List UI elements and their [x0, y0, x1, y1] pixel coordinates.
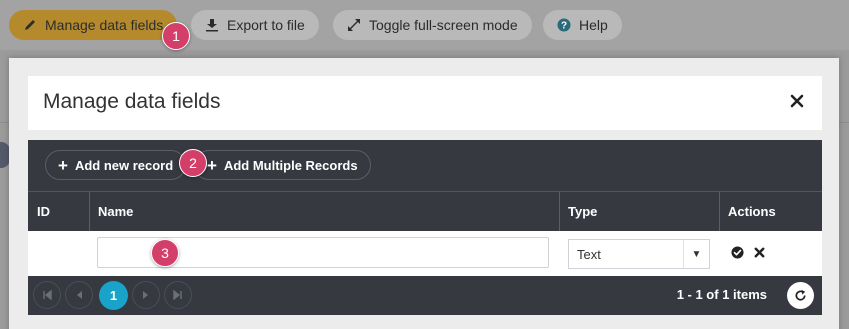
toggle-fullscreen-button[interactable]: Toggle full-screen mode	[333, 10, 532, 40]
dialog-title: Manage data fields	[43, 90, 221, 113]
manage-data-fields-button[interactable]: Manage data fields	[9, 10, 178, 40]
next-page-icon	[143, 291, 148, 299]
previous-page-icon	[77, 291, 82, 299]
column-header-type[interactable]: Type	[559, 192, 719, 231]
manage-data-fields-dialog: Manage data fields + Add new record + Ad…	[9, 58, 839, 329]
last-page-icon	[173, 290, 182, 300]
cancel-icon[interactable]	[753, 246, 766, 259]
type-select-value: Text	[577, 246, 601, 262]
expand-icon	[348, 19, 360, 31]
help-label: Help	[579, 17, 608, 33]
question-circle-icon: ?	[557, 18, 571, 32]
last-page-button[interactable]	[164, 281, 192, 309]
annotation-badge-3: 3	[151, 239, 179, 267]
next-page-button[interactable]	[132, 281, 160, 309]
dialog-header: Manage data fields	[28, 76, 822, 130]
grid-pager: 1 1 - 1 of 1 items	[28, 276, 822, 315]
add-new-record-label: Add new record	[74, 157, 174, 173]
add-new-record-button[interactable]: + Add new record	[45, 150, 187, 180]
help-button[interactable]: ? Help	[543, 10, 622, 40]
add-multiple-records-button[interactable]: + Add Multiple Records	[194, 150, 371, 180]
check-circle-icon[interactable]	[731, 246, 744, 259]
annotation-badge-2: 2	[179, 149, 207, 177]
first-page-icon	[43, 290, 52, 300]
close-icon[interactable]	[790, 94, 804, 108]
annotation-badge-1: 1	[162, 22, 190, 50]
refresh-button[interactable]	[787, 282, 814, 309]
first-page-button[interactable]	[33, 281, 61, 309]
column-header-actions: Actions	[728, 204, 776, 219]
refresh-icon	[795, 289, 806, 301]
svg-text:?: ?	[561, 21, 567, 32]
column-header-name[interactable]: Name	[89, 192, 559, 231]
grid-header: ID Name Type Actions	[28, 191, 822, 231]
add-multiple-records-label: Add Multiple Records	[223, 157, 358, 173]
previous-page-button[interactable]	[65, 281, 93, 309]
grid-toolbar: + Add new record + Add Multiple Records	[28, 140, 822, 191]
manage-data-fields-label: Manage data fields	[45, 17, 164, 33]
data-fields-grid: + Add new record + Add Multiple Records …	[28, 140, 822, 315]
pencil-icon	[25, 20, 35, 30]
type-select[interactable]: Text ▼	[568, 239, 710, 269]
background-toolbar: Manage data fields Export to file Toggle…	[0, 0, 849, 50]
export-to-file-label: Export to file	[227, 17, 305, 33]
pager-info: 1 - 1 of 1 items	[676, 287, 767, 302]
download-icon	[206, 19, 218, 32]
plus-icon: +	[207, 155, 217, 175]
column-header-id[interactable]: ID	[28, 192, 89, 231]
caret-down-icon[interactable]: ▼	[683, 240, 709, 268]
table-row: Text ▼	[28, 231, 822, 276]
toggle-fullscreen-label: Toggle full-screen mode	[369, 17, 518, 33]
plus-icon: +	[58, 155, 68, 175]
page-1-button[interactable]: 1	[99, 281, 128, 310]
export-to-file-button[interactable]: Export to file	[191, 10, 319, 40]
